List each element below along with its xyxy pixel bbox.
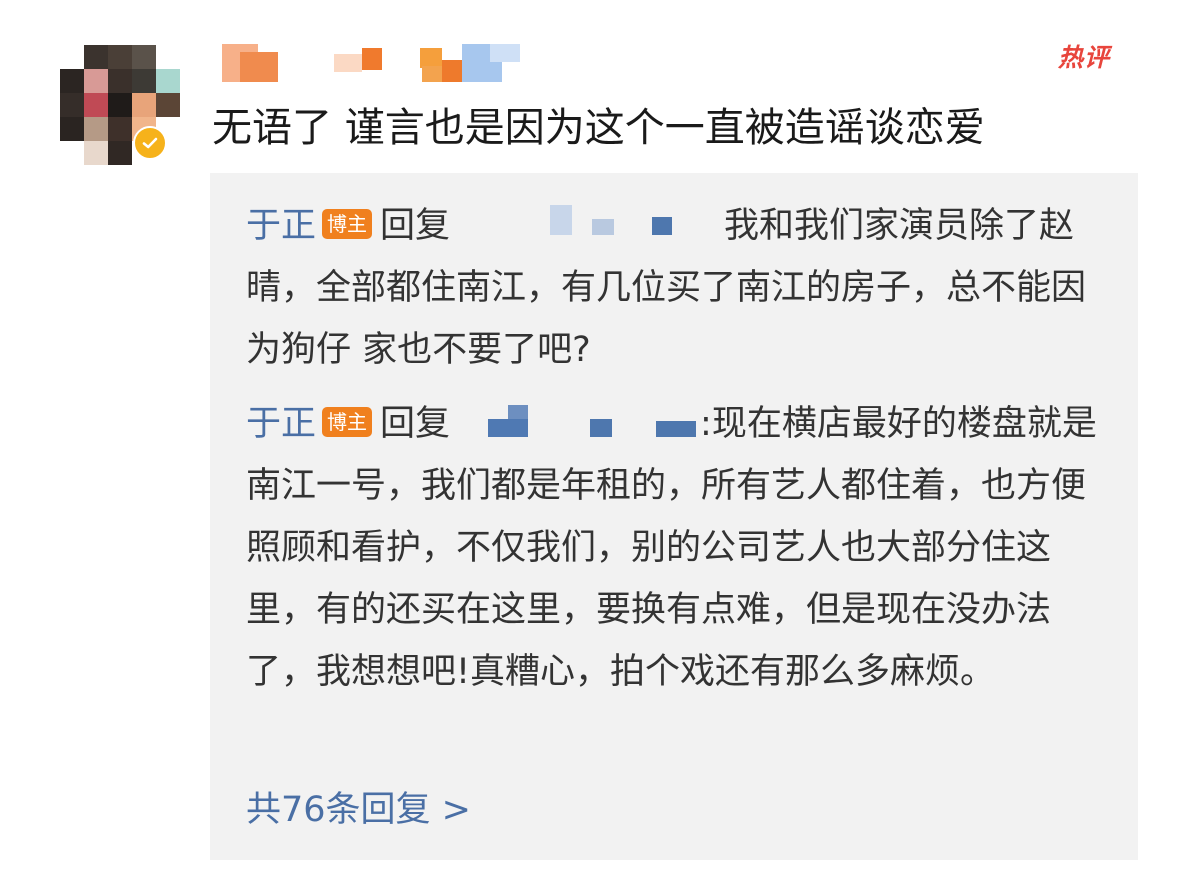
- reply-verb: 回复: [380, 404, 451, 444]
- reply-item[interactable]: 于正 博主 回复 :现在横店最好的楼盘就是南江一号，我们都是年租的，所有艺人都住着，…: [246, 393, 1108, 703]
- username-redacted[interactable]: [222, 44, 522, 84]
- reply-text: :现在横店最好的楼盘就是南江一号，我们都是年租的，所有艺人都住着，也方便照顾和看…: [246, 404, 1097, 692]
- verified-check-icon: [133, 126, 167, 160]
- redacted-username[interactable]: [456, 405, 700, 437]
- redacted-username[interactable]: [456, 205, 724, 239]
- reply-box[interactable]: 于正 博主 回复 我和我们家演员除了赵晴，全部都住南江，有几位买了南江的房子，总不能…: [210, 173, 1138, 860]
- reply-item[interactable]: 于正 博主 回复 我和我们家演员除了赵晴，全部都住南江，有几位买了南江的房子，总不能…: [246, 195, 1108, 381]
- hot-comment-tag: 热评: [1058, 43, 1111, 72]
- reply-author[interactable]: 于正: [246, 404, 316, 444]
- blogger-badge: 博主: [322, 407, 373, 437]
- blogger-badge: 博主: [322, 209, 373, 239]
- reply-author[interactable]: 于正: [246, 206, 316, 246]
- reply-verb: 回复: [380, 206, 451, 246]
- more-replies-link[interactable]: 共76条回复 >: [246, 785, 471, 835]
- comment-text: 无语了 谨言也是因为这个一直被造谣谈恋爱: [212, 105, 985, 151]
